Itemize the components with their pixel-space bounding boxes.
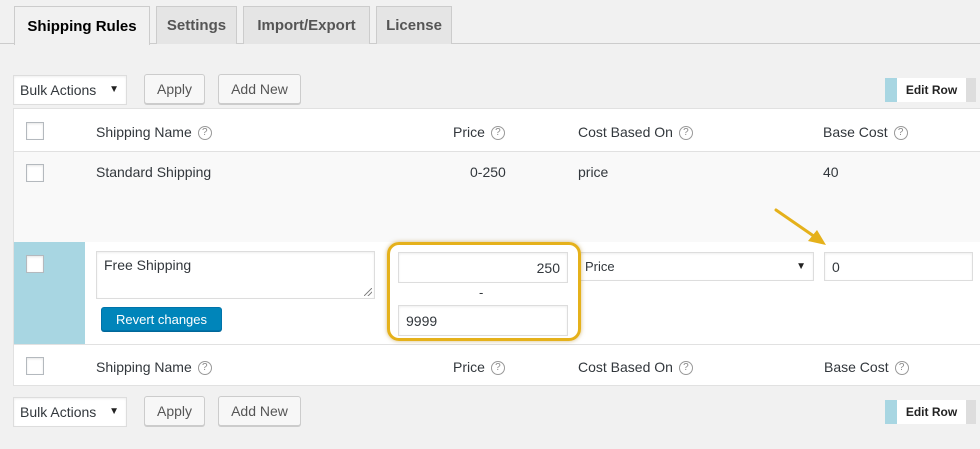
edit-row-button-bottom[interactable]: Edit Row	[885, 400, 976, 424]
column-label-cost-based-on: Cost Based On	[578, 124, 673, 140]
help-icon[interactable]: ?	[197, 126, 212, 140]
cost-based-on-value: Price	[585, 259, 615, 274]
tab-import-export[interactable]: Import/Export	[243, 6, 370, 44]
add-new-button-top[interactable]: Add New	[218, 74, 301, 104]
table-row: Standard Shipping 0-250 price 40	[14, 152, 980, 242]
column-header-price[interactable]: Price?	[453, 124, 505, 140]
annotation-arrow-icon	[774, 208, 826, 245]
resize-grip-icon[interactable]	[364, 288, 372, 296]
column-label-price: Price	[453, 359, 485, 375]
tab-shipping-rules[interactable]: Shipping Rules	[14, 6, 150, 45]
bulk-actions-label: Bulk Actions	[20, 404, 97, 420]
cell-cost-based-on: price	[578, 164, 609, 180]
base-cost-value: 0	[832, 258, 840, 275]
column-header-cost-based-on[interactable]: Cost Based On?	[578, 124, 693, 140]
edit-row-button-top[interactable]: Edit Row	[885, 78, 976, 102]
dropdown-arrow-icon: ▼	[109, 84, 119, 95]
tab-license[interactable]: License	[376, 6, 452, 44]
help-icon[interactable]: ?	[893, 126, 908, 140]
dropdown-arrow-icon: ▼	[796, 261, 806, 272]
help-icon[interactable]: ?	[678, 361, 693, 375]
column-header-base-cost[interactable]: Base Cost?	[823, 124, 908, 140]
add-new-button-bottom[interactable]: Add New	[218, 396, 301, 426]
shipping-name-textarea[interactable]: Free Shipping	[96, 251, 375, 299]
help-icon[interactable]: ?	[678, 126, 693, 140]
bulk-actions-select-top[interactable]: Bulk Actions ▼	[13, 75, 127, 105]
cost-based-on-select[interactable]: Price ▼	[578, 252, 814, 281]
column-label-shipping-name: Shipping Name	[96, 124, 192, 140]
revert-changes-button[interactable]: Revert changes	[101, 307, 222, 331]
cell-price: 0-250	[470, 164, 506, 180]
price-range-highlight	[387, 242, 581, 341]
column-footer-base-cost[interactable]: Base Cost?	[824, 359, 909, 375]
tab-settings[interactable]: Settings	[156, 6, 237, 44]
select-all-checkbox-footer[interactable]	[26, 357, 44, 375]
column-label-cost-based-on: Cost Based On	[578, 359, 673, 375]
help-icon[interactable]: ?	[197, 361, 212, 375]
edit-row-indicator	[14, 242, 85, 344]
column-footer-cost-based-on[interactable]: Cost Based On?	[578, 359, 693, 375]
bulk-actions-select-bottom[interactable]: Bulk Actions ▼	[13, 397, 127, 427]
column-label-base-cost: Base Cost	[824, 359, 889, 375]
column-footer-shipping-name[interactable]: Shipping Name?	[96, 359, 212, 375]
cell-shipping-name[interactable]: Standard Shipping	[96, 164, 211, 180]
help-icon[interactable]: ?	[490, 126, 505, 140]
shipping-name-value: Free Shipping	[104, 257, 192, 273]
dropdown-arrow-icon: ▼	[109, 406, 119, 417]
cell-base-cost: 40	[823, 164, 839, 180]
row-divider	[14, 344, 980, 345]
row-checkbox[interactable]	[26, 164, 44, 182]
column-footer-price[interactable]: Price?	[453, 359, 505, 375]
help-icon[interactable]: ?	[490, 361, 505, 375]
bulk-actions-label: Bulk Actions	[20, 82, 97, 98]
column-label-base-cost: Base Cost	[823, 124, 888, 140]
help-icon[interactable]: ?	[894, 361, 909, 375]
apply-button-bottom[interactable]: Apply	[144, 396, 205, 426]
column-label-price: Price	[453, 124, 485, 140]
select-all-checkbox[interactable]	[26, 122, 44, 140]
column-header-shipping-name[interactable]: Shipping Name?	[96, 124, 212, 140]
column-label-shipping-name: Shipping Name	[96, 359, 192, 375]
row-checkbox[interactable]	[26, 255, 44, 273]
base-cost-input[interactable]: 0	[824, 252, 973, 281]
apply-button-top[interactable]: Apply	[144, 74, 205, 104]
